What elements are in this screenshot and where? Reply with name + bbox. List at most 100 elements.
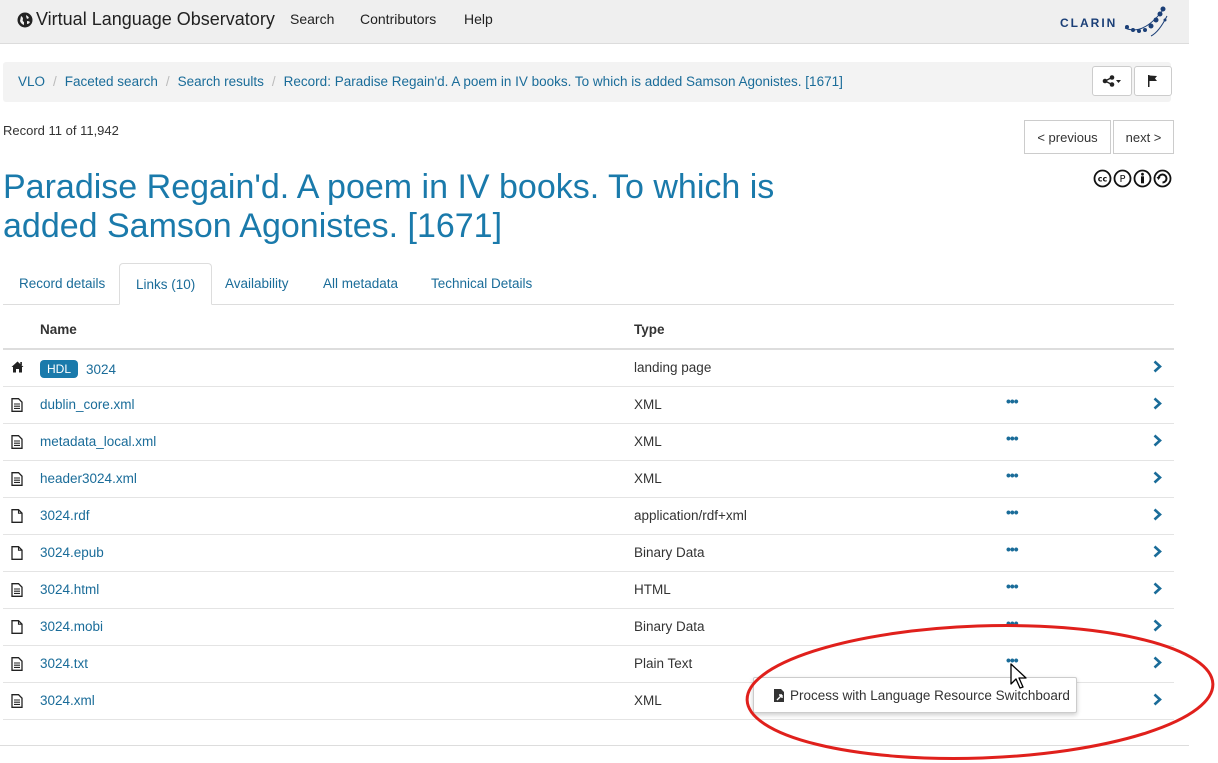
chevron-right-icon[interactable] [1153, 397, 1162, 413]
chevron-right-icon[interactable] [1153, 360, 1162, 376]
header-type: Type [634, 322, 665, 337]
row-name-text: 3024.xml [40, 693, 95, 708]
clarin-dots-icon [1125, 6, 1168, 37]
breadcrumb: VLO / Faceted search / Search results / Record… [3, 62, 1172, 102]
row-name-link[interactable]: 3024.epub [40, 545, 104, 560]
table-header: Name Type [3, 312, 1174, 350]
clarin-logo-text: CLARIN [1060, 16, 1118, 30]
more-options-button[interactable]: ••• [1006, 430, 1019, 446]
mouse-cursor-icon [1010, 663, 1027, 689]
next-button[interactable]: next > [1113, 120, 1174, 154]
handle-badge: HDL [40, 360, 79, 378]
row-name-text: 3024.epub [40, 545, 104, 560]
row-name-link[interactable]: 3024.html [40, 582, 99, 597]
row-type: Plain Text [634, 656, 693, 671]
row-name-link[interactable]: HDL 3024 [40, 360, 116, 378]
globe-icon [17, 12, 33, 27]
svg-text:cc: cc [1098, 175, 1108, 184]
clarin-logo[interactable]: CLARIN [1060, 6, 1169, 40]
nav-contributors[interactable]: Contributors [360, 11, 436, 27]
row-name-link[interactable]: 3024.xml [40, 693, 95, 708]
tab-technical-details[interactable]: Technical Details [415, 263, 548, 304]
license-icons[interactable]: cc P [1093, 169, 1172, 188]
top-navbar: Virtual Language Observatory Search Cont… [0, 0, 1189, 44]
document-blank-icon [11, 620, 23, 637]
page-title: Paradise Regain'd. A poem in IV books. T… [3, 168, 775, 245]
switchboard-popup[interactable]: Process with Language Resource Switchboa… [753, 677, 1077, 713]
row-name-link[interactable]: metadata_local.xml [40, 434, 156, 449]
row-name-link[interactable]: 3024.rdf [40, 508, 90, 523]
home-icon [11, 361, 24, 376]
table-row: 3024.epub Binary Data ••• [3, 535, 1174, 572]
row-name-text: 3024.mobi [40, 619, 104, 634]
more-options-button[interactable]: ••• [1006, 467, 1019, 483]
chevron-right-icon[interactable] [1153, 619, 1162, 635]
document-text-icon [11, 657, 23, 674]
nav-help[interactable]: Help [464, 11, 493, 27]
tab-record-details[interactable]: Record details [3, 263, 121, 304]
flag-button[interactable] [1134, 66, 1172, 96]
breadcrumb-record[interactable]: Record: Paradise Regain'd. A poem in IV … [284, 74, 843, 89]
row-name-text: 3024.txt [40, 656, 89, 671]
document-text-icon [11, 694, 23, 711]
document-text-icon [11, 472, 23, 489]
svg-text:P: P [1119, 174, 1125, 185]
tab-bar: Record details Links (10) Availability A… [3, 263, 1174, 305]
row-name-text: metadata_local.xml [40, 434, 157, 449]
bottom-divider [0, 745, 1189, 746]
row-type: Binary Data [634, 619, 705, 634]
previous-button[interactable]: < previous [1024, 120, 1111, 154]
row-name-link[interactable]: dublin_core.xml [40, 397, 135, 412]
chevron-right-icon[interactable] [1153, 656, 1162, 672]
row-type: application/rdf+xml [634, 508, 747, 523]
row-name-text: 3024.html [40, 582, 100, 597]
more-options-button[interactable]: ••• [1006, 615, 1019, 631]
more-options-button[interactable]: ••• [1006, 393, 1019, 409]
nav-search[interactable]: Search [290, 11, 334, 27]
chevron-right-icon[interactable] [1153, 471, 1162, 487]
table-row: HDL 3024 landing page [3, 350, 1174, 387]
table-row: header3024.xml XML ••• [3, 461, 1174, 498]
row-name-text: header3024.xml [40, 471, 137, 486]
tab-availability[interactable]: Availability [209, 263, 305, 304]
row-name-link[interactable]: header3024.xml [40, 471, 137, 486]
more-options-button[interactable]: ••• [1006, 578, 1019, 594]
record-count: Record 11 of 11,942 [3, 123, 119, 138]
breadcrumb-faceted-search[interactable]: Faceted search [65, 74, 158, 89]
tab-links[interactable]: Links (10) [119, 263, 213, 305]
document-blank-icon [11, 546, 23, 563]
row-name-text: 3024 [86, 361, 117, 377]
table-row: 3024.rdf application/rdf+xml ••• [3, 498, 1174, 535]
chevron-right-icon[interactable] [1153, 545, 1162, 561]
more-options-button[interactable]: ••• [1006, 541, 1019, 557]
chevron-right-icon[interactable] [1153, 582, 1162, 598]
table-row: 3024.mobi Binary Data ••• [3, 609, 1174, 646]
row-type: Binary Data [634, 545, 705, 560]
chevron-right-icon[interactable] [1153, 434, 1162, 450]
tab-all-metadata[interactable]: All metadata [307, 263, 414, 304]
breadcrumb-vlo[interactable]: VLO [18, 74, 45, 89]
document-text-icon [11, 583, 23, 600]
brand-link[interactable]: Virtual Language Observatory [17, 9, 275, 30]
document-text-icon [11, 398, 23, 415]
chevron-right-icon[interactable] [1153, 693, 1162, 709]
public-domain-icon: P [1113, 169, 1132, 188]
table-row: 3024.html HTML ••• [3, 572, 1174, 609]
row-type: XML [634, 434, 662, 449]
switchboard-icon [774, 688, 784, 702]
row-name-text: 3024.rdf [40, 508, 90, 523]
share-icon [1102, 75, 1121, 87]
row-name-text: dublin_core.xml [40, 397, 135, 412]
header-name: Name [40, 322, 77, 337]
row-name-link[interactable]: 3024.mobi [40, 619, 103, 634]
more-options-button[interactable]: ••• [1006, 504, 1019, 520]
cc-icon: cc [1093, 169, 1112, 188]
row-type: landing page [634, 360, 712, 375]
row-name-link[interactable]: 3024.txt [40, 656, 88, 671]
attribution-icon [1133, 169, 1152, 188]
row-type: XML [634, 471, 662, 486]
chevron-right-icon[interactable] [1153, 508, 1162, 524]
share-button[interactable] [1092, 66, 1132, 96]
breadcrumb-search-results[interactable]: Search results [178, 74, 264, 89]
share-alike-icon [1153, 169, 1172, 188]
